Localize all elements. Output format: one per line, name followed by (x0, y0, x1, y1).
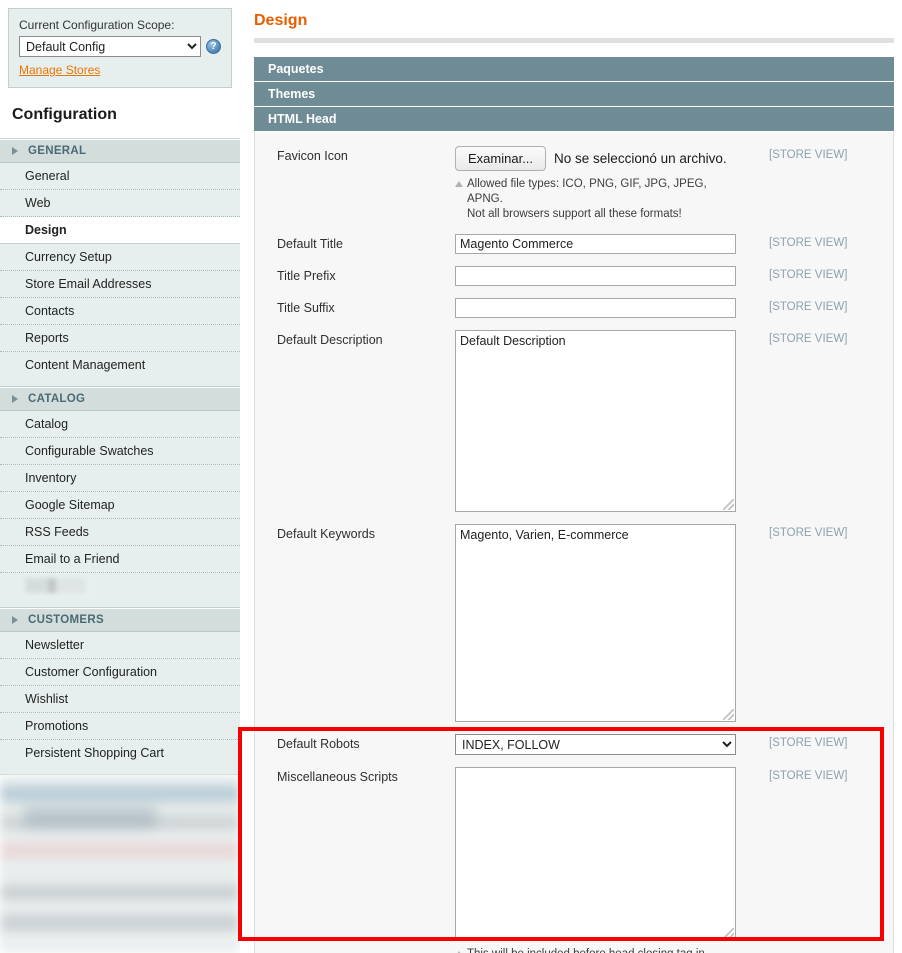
sidebar-section-general-label: GENERAL (28, 145, 86, 157)
title-divider (254, 38, 894, 43)
sidebar-item-web[interactable]: Web (0, 190, 240, 217)
title-prefix-scope-tag: [STORE VIEW] (755, 266, 865, 286)
field-row-default-robots: Default Robots INDEX, FOLLOW [STORE VIEW… (255, 734, 893, 755)
field-row-favicon-icon: Favicon Icon Examinar... No se seleccion… (255, 146, 893, 222)
field-row-title-prefix: Title Prefix [STORE VIEW] (255, 266, 893, 286)
question-help-icon[interactable]: ? (206, 39, 221, 54)
sidebar-item-catalog[interactable]: Catalog (0, 411, 240, 438)
html-head-section-body: Favicon Icon Examinar... No se seleccion… (254, 132, 894, 953)
miscellaneous-scripts-label: Miscellaneous Scripts (255, 767, 455, 953)
favicon-help-note: Allowed file types: ICO, PNG, GIF, JPG, … (455, 177, 720, 222)
chevron-right-icon (12, 616, 18, 624)
field-row-default-keywords: Default Keywords Magento, Varien, E-comm… (255, 524, 893, 722)
title-prefix-label: Title Prefix (255, 266, 455, 286)
sidebar-section-general[interactable]: GENERAL (0, 139, 240, 163)
miscellaneous-scripts-help-note: This will be included before head closin… (455, 947, 720, 953)
miscellaneous-scripts-scope-tag: [STORE VIEW] (755, 767, 865, 953)
config-sections: Paquetes Themes HTML Head Favicon Icon E… (254, 57, 894, 953)
default-robots-scope-tag: [STORE VIEW] (755, 734, 865, 755)
sidebar-section-customers[interactable]: CUSTOMERS (0, 608, 240, 632)
miscellaneous-scripts-note-text: This will be included before head closin… (467, 947, 720, 953)
sidebar-item-content-management[interactable]: Content Management (0, 352, 240, 378)
sidebar-item-reports[interactable]: Reports (0, 325, 240, 352)
sidebar-item-redacted[interactable] (0, 573, 240, 599)
main-content: Design Paquetes Themes HTML Head Favicon… (248, 0, 902, 953)
sidebar-item-store-email-addresses[interactable]: Store Email Addresses (0, 271, 240, 298)
default-keywords-scope-tag: [STORE VIEW] (755, 524, 865, 722)
miscellaneous-scripts-textarea[interactable] (455, 767, 736, 941)
default-description-scope-tag: [STORE VIEW] (755, 330, 865, 512)
field-row-miscellaneous-scripts: Miscellaneous Scripts This will be inclu… (255, 767, 893, 953)
sidebar-item-rss-feeds[interactable]: RSS Feeds (0, 519, 240, 546)
default-description-textarea[interactable]: Default Description (455, 330, 736, 512)
page-title: Design (248, 0, 902, 36)
field-row-default-description: Default Description Default Description … (255, 330, 893, 512)
sidebar-item-currency-setup[interactable]: Currency Setup (0, 244, 240, 271)
sidebar-group-customers: Newsletter Customer Configuration Wishli… (0, 632, 240, 775)
favicon-browse-button[interactable]: Examinar... (455, 146, 546, 171)
sidebar-item-google-sitemap[interactable]: Google Sitemap (0, 492, 240, 519)
chevron-right-icon (12, 395, 18, 403)
sidebar-item-persistent-shopping-cart[interactable]: Persistent Shopping Cart (0, 740, 240, 766)
redacted-blur (25, 578, 85, 593)
sidebar-item-newsletter[interactable]: Newsletter (0, 632, 240, 659)
sidebar-section-catalog-label: CATALOG (28, 393, 85, 405)
sidebar: Current Configuration Scope: Default Con… (0, 0, 240, 953)
section-header-paquetes[interactable]: Paquetes (254, 57, 894, 82)
favicon-file-status: No se seleccionó un archivo. (554, 151, 727, 166)
scope-select[interactable]: Default Config (19, 36, 201, 57)
configuration-heading: Configuration (0, 88, 240, 139)
sidebar-group-general: General Web Design Currency Setup Store … (0, 163, 240, 387)
favicon-note-line1: Allowed file types: ICO, PNG, GIF, JPG, … (467, 178, 707, 205)
default-title-input[interactable] (455, 234, 736, 254)
sidebar-item-wishlist[interactable]: Wishlist (0, 686, 240, 713)
sidebar-redacted-panel (0, 775, 240, 953)
sidebar-item-design[interactable]: Design (0, 217, 240, 244)
field-row-default-title: Default Title [STORE VIEW] (255, 234, 893, 254)
manage-stores-link[interactable]: Manage Stores (19, 63, 100, 77)
field-row-title-suffix: Title Suffix [STORE VIEW] (255, 298, 893, 318)
title-suffix-scope-tag: [STORE VIEW] (755, 298, 865, 318)
configuration-scope-panel: Current Configuration Scope: Default Con… (8, 8, 232, 88)
favicon-scope-tag: [STORE VIEW] (755, 146, 865, 222)
section-header-html-head[interactable]: HTML Head (254, 107, 894, 132)
favicon-icon-label: Favicon Icon (255, 146, 455, 222)
default-title-label: Default Title (255, 234, 455, 254)
title-suffix-input[interactable] (455, 298, 736, 318)
sidebar-item-customer-configuration[interactable]: Customer Configuration (0, 659, 240, 686)
triangle-up-icon (455, 181, 463, 187)
sidebar-item-inventory[interactable]: Inventory (0, 465, 240, 492)
sidebar-group-catalog: Catalog Configurable Swatches Inventory … (0, 411, 240, 608)
favicon-note-line2: Not all browsers support all these forma… (467, 208, 682, 220)
app-root: Current Configuration Scope: Default Con… (0, 0, 902, 953)
default-title-scope-tag: [STORE VIEW] (755, 234, 865, 254)
sidebar-section-catalog[interactable]: CATALOG (0, 387, 240, 411)
sidebar-item-configurable-swatches[interactable]: Configurable Swatches (0, 438, 240, 465)
chevron-right-icon (12, 147, 18, 155)
title-suffix-label: Title Suffix (255, 298, 455, 318)
sidebar-item-contacts[interactable]: Contacts (0, 298, 240, 325)
sidebar-item-general[interactable]: General (0, 163, 240, 190)
scope-label: Current Configuration Scope: (19, 18, 221, 32)
sidebar-item-email-to-a-friend[interactable]: Email to a Friend (0, 546, 240, 573)
default-keywords-textarea[interactable]: Magento, Varien, E-commerce (455, 524, 736, 722)
default-description-label: Default Description (255, 330, 455, 512)
default-keywords-label: Default Keywords (255, 524, 455, 722)
sidebar-section-customers-label: CUSTOMERS (28, 614, 104, 626)
default-robots-label: Default Robots (255, 734, 455, 755)
title-prefix-input[interactable] (455, 266, 736, 286)
sidebar-item-promotions[interactable]: Promotions (0, 713, 240, 740)
default-robots-select[interactable]: INDEX, FOLLOW (455, 734, 736, 755)
section-header-themes[interactable]: Themes (254, 82, 894, 107)
